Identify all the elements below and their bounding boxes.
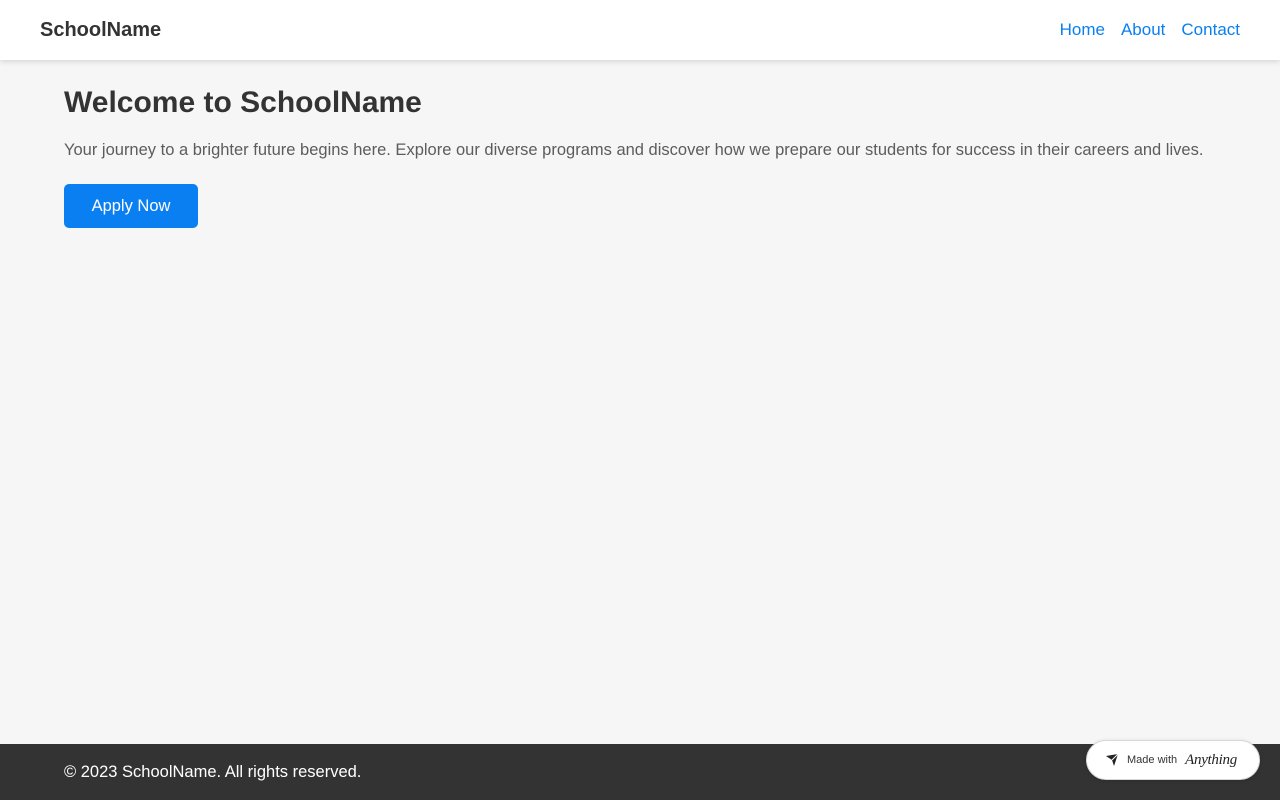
anything-logo-icon [1105, 753, 1119, 767]
made-with-badge[interactable]: Made with Anything [1086, 740, 1260, 780]
made-with-label: Made with [1127, 754, 1178, 766]
nav-about-link[interactable]: About [1121, 20, 1165, 40]
site-header: SchoolName Home About Contact [0, 0, 1280, 60]
hero-description: Your journey to a brighter future begins… [64, 141, 1204, 159]
nav-home-link[interactable]: Home [1060, 20, 1105, 40]
nav-contact-link[interactable]: Contact [1181, 20, 1240, 40]
made-with-brand: Anything [1185, 751, 1237, 768]
apply-now-button[interactable]: Apply Now [64, 184, 198, 228]
hero-section: Welcome to SchoolName Your journey to a … [64, 86, 1214, 228]
main-nav: Home About Contact [1060, 20, 1240, 40]
copyright-text: © 2023 SchoolName. All rights reserved. [64, 762, 362, 781]
page-title: Welcome to SchoolName [64, 86, 422, 119]
brand-logo[interactable]: SchoolName [40, 19, 161, 42]
